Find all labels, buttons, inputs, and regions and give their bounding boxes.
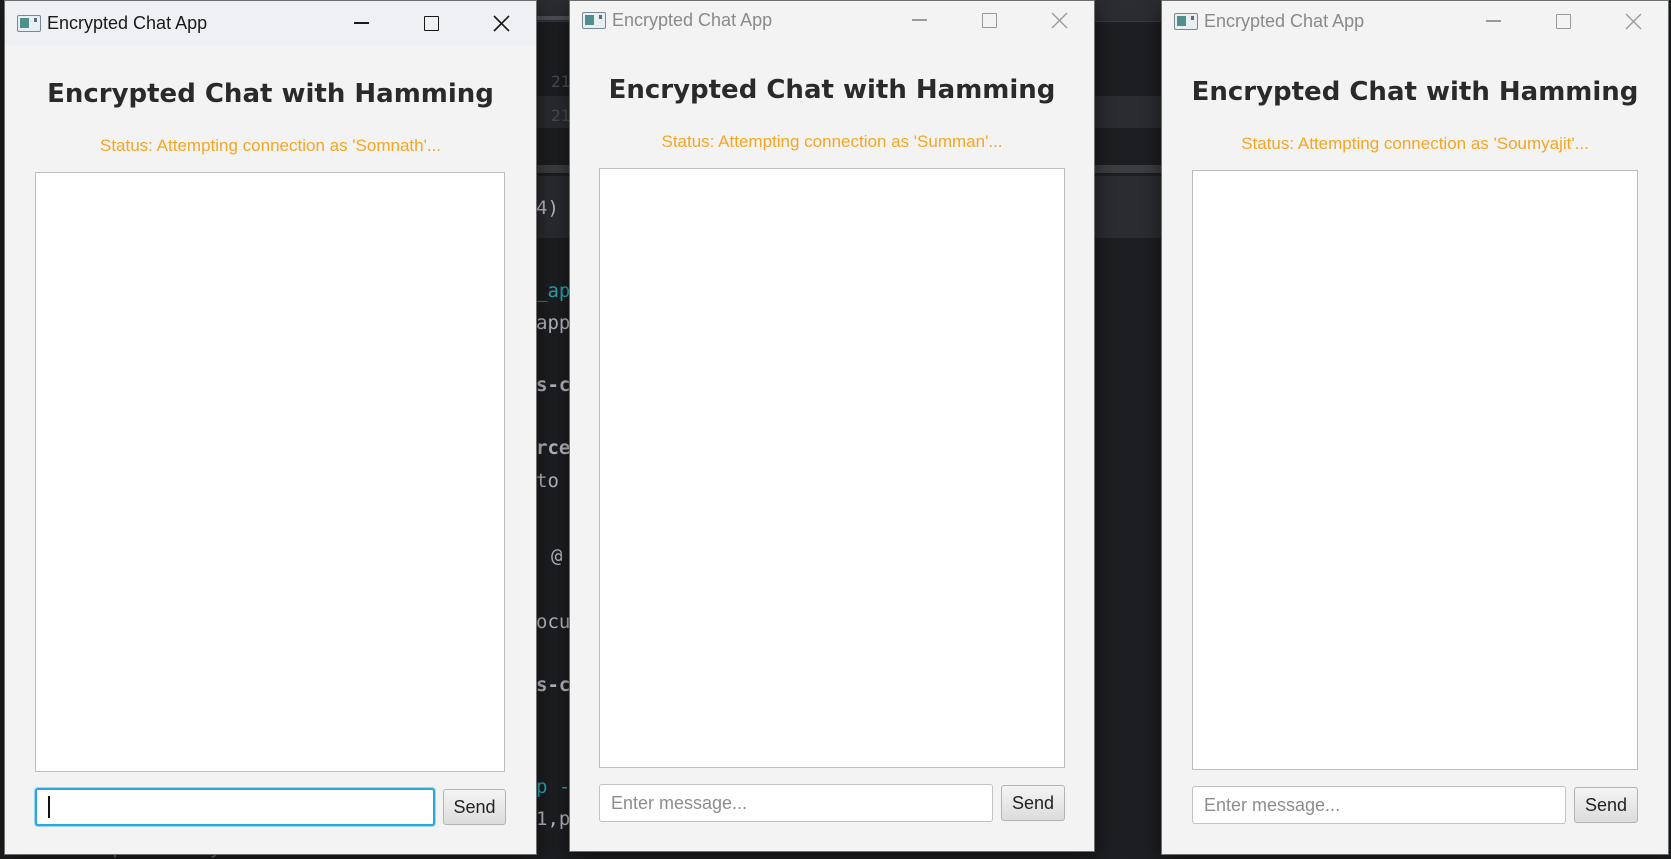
chat-messages-area[interactable] [1192,170,1638,770]
window-titlebar[interactable]: Encrypted Chat App [5,1,536,45]
minimize-icon[interactable] [326,1,396,45]
maximize-icon[interactable] [1528,1,1598,41]
close-icon[interactable] [1024,1,1094,39]
editor-code-fragment: 4) [536,197,559,219]
connection-status: Status: Attempting connection as 'Summan… [661,132,1003,151]
window-controls [1458,1,1668,41]
editor-code-fragment: ocu [536,611,571,633]
minimize-icon[interactable] [1458,1,1528,41]
editor-code-fragment: @ [551,545,563,567]
send-button[interactable]: Send [443,789,506,825]
app-window-icon [17,14,41,32]
minimize-icon[interactable] [884,1,954,39]
chat-messages-area[interactable] [599,168,1065,768]
chat-heading: Encrypted Chat with Hamming [47,79,494,109]
send-button[interactable]: Send [1001,785,1065,821]
window-controls [326,1,536,45]
maximize-icon[interactable] [954,1,1024,39]
chat-window-3: Encrypted Chat App Encrypted Chat with H… [1161,0,1669,855]
chat-window-2: Encrypted Chat App Encrypted Chat with H… [569,0,1095,852]
chat-heading: Encrypted Chat with Hamming [1191,77,1639,107]
editor-line-number: 21 [551,106,571,125]
window-titlebar[interactable]: Encrypted Chat App [1162,1,1668,41]
window-title: Encrypted Chat App [612,9,773,30]
connection-status: Status: Attempting connection as 'Soumya… [1241,134,1589,153]
chat-window-1: Encrypted Chat App Encrypted Chat with H… [4,0,537,855]
app-window-icon [582,11,606,29]
chat-heading: Encrypted Chat with Hamming [608,75,1056,105]
send-button[interactable]: Send [1574,787,1638,823]
window-controls [884,1,1094,39]
message-input[interactable] [35,788,435,826]
window-title: Encrypted Chat App [1204,10,1365,31]
connection-status: Status: Attempting connection as 'Somnat… [99,136,442,155]
editor-code-fragment: p - [536,776,571,798]
message-input[interactable] [599,784,993,822]
close-icon[interactable] [466,1,536,45]
close-icon[interactable] [1598,1,1668,41]
desktop: 21 21 4) _ap app s-cl rce to t @ ocu s-c… [0,0,1671,859]
maximize-icon[interactable] [396,1,466,45]
text-caret [48,796,50,818]
window-title: Encrypted Chat App [47,12,208,33]
window-titlebar[interactable]: Encrypted Chat App [570,1,1094,39]
message-input[interactable] [1192,786,1566,824]
editor-code-fragment: _ap [536,280,571,302]
editor-line-number: 21 [551,72,571,91]
app-window-icon [1174,12,1198,30]
editor-code-fragment: rce [536,437,571,459]
editor-code-fragment: app [536,312,571,334]
editor-code-fragment: 1,p [536,808,571,830]
chat-messages-area[interactable] [35,172,505,772]
